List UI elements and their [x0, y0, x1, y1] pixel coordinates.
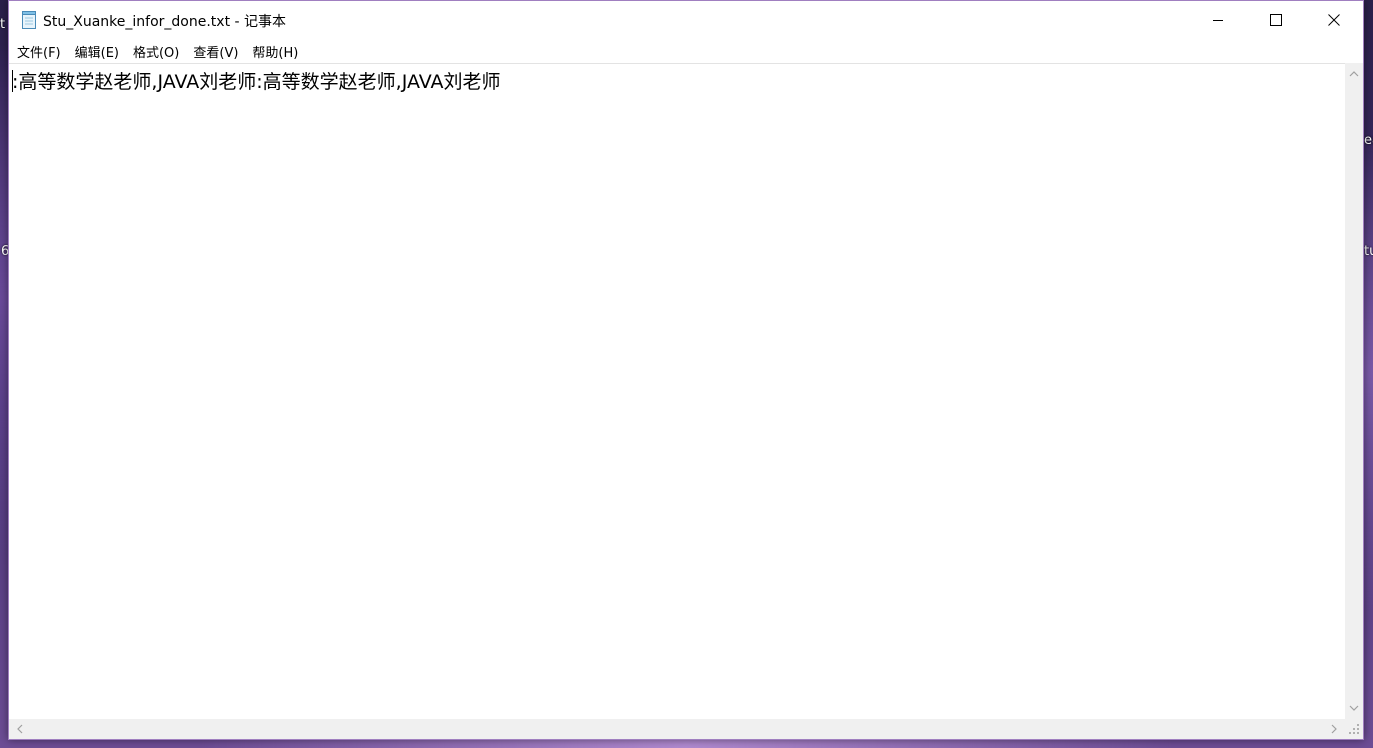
menu-help[interactable]: 帮助(H): [245, 42, 305, 61]
chevron-up-icon[interactable]: [1345, 65, 1363, 83]
chevron-down-icon[interactable]: [1345, 699, 1363, 717]
menu-file[interactable]: 文件(F): [10, 42, 68, 61]
notepad-icon: [21, 11, 37, 29]
desktop-text-fragment: ea: [1364, 133, 1373, 148]
text-editor[interactable]: :高等数学赵老师,JAVA刘老师:高等数学赵老师,JAVA刘老师: [9, 63, 1345, 719]
close-icon: [1328, 11, 1340, 30]
chevron-right-icon[interactable]: [1325, 720, 1343, 738]
menu-edit[interactable]: 编辑(E): [68, 42, 126, 61]
chevron-left-icon[interactable]: [11, 720, 29, 738]
close-button[interactable]: [1305, 1, 1363, 39]
notepad-window: Stu_Xuanke_infor_done.txt - 记事本 文件(F) 编辑…: [8, 0, 1364, 740]
maximize-button[interactable]: [1247, 1, 1305, 39]
size-grip[interactable]: [1345, 719, 1363, 739]
menu-format[interactable]: 格式(O): [126, 42, 186, 61]
horizontal-scrollbar[interactable]: [9, 719, 1345, 739]
menu-bar: 文件(F) 编辑(E) 格式(O) 查看(V) 帮助(H): [9, 39, 1363, 63]
editor-content[interactable]: :高等数学赵老师,JAVA刘老师:高等数学赵老师,JAVA刘老师: [12, 67, 501, 94]
vertical-scrollbar[interactable]: [1345, 63, 1363, 719]
maximize-icon: [1270, 11, 1282, 30]
title-bar[interactable]: Stu_Xuanke_infor_done.txt - 记事本: [9, 1, 1363, 39]
text-caret: [12, 70, 13, 92]
desktop-text-fragment: t: [0, 17, 6, 32]
resize-grip-icon: [1345, 720, 1363, 738]
window-title: Stu_Xuanke_infor_done.txt - 记事本: [43, 14, 287, 30]
minimize-icon: [1212, 11, 1224, 30]
menu-view[interactable]: 查看(V): [186, 42, 245, 61]
minimize-button[interactable]: [1189, 1, 1247, 39]
desktop-text-fragment: tu: [1364, 244, 1373, 259]
